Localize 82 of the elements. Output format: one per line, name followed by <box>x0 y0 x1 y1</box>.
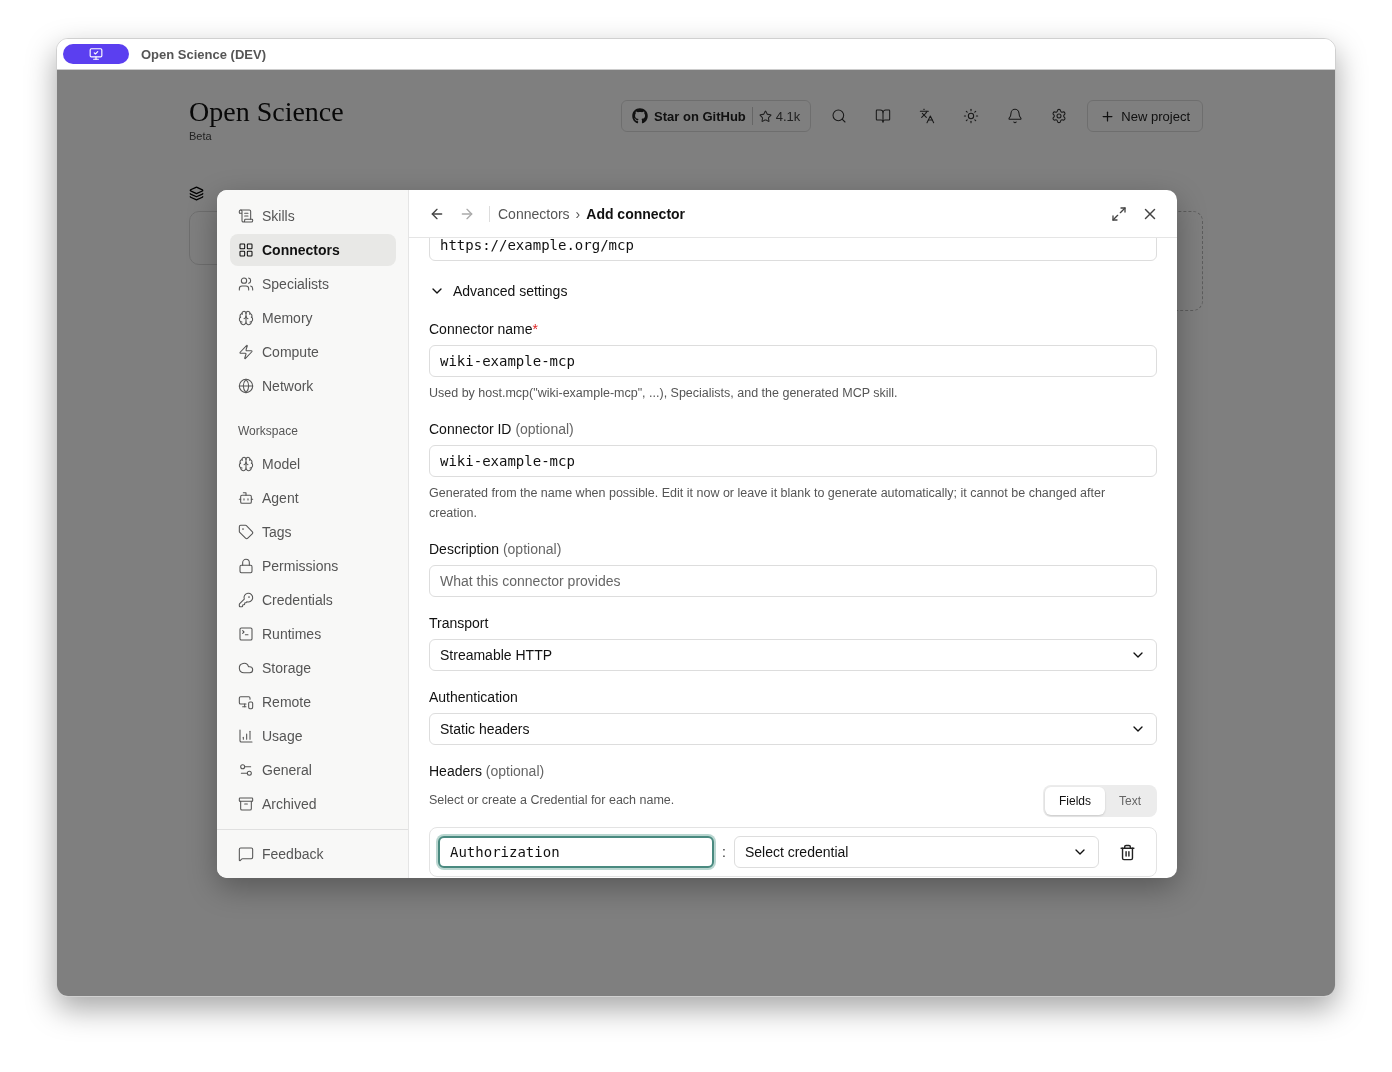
sun-icon <box>963 108 980 124</box>
input-field[interactable]: wiki-example-mcp <box>429 345 1157 377</box>
sidebar-item[interactable]: Network <box>230 370 396 402</box>
message-icon <box>238 846 254 862</box>
brain-icon <box>238 310 254 326</box>
robot-icon <box>238 490 254 506</box>
sidebar-item[interactable]: Agent <box>230 482 396 514</box>
sidebar-item[interactable]: Connectors <box>230 234 396 266</box>
help-text: Select or create a Credential for each name. <box>429 792 676 809</box>
sidebar-item[interactable]: Usage <box>230 720 396 752</box>
plus-icon <box>1100 108 1116 124</box>
field-label: Connector ID (optional) <box>429 421 575 437</box>
grid-icon <box>238 242 254 258</box>
search-icon <box>831 108 848 124</box>
users-icon <box>238 276 254 292</box>
field-label: Headers (optional) <box>429 763 546 779</box>
sidebar-item[interactable]: Archived <box>230 788 396 820</box>
monitor-icon <box>89 47 103 61</box>
github-icon <box>632 108 649 124</box>
github-button[interactable]: Star on GitHub 4.1k <box>621 100 812 132</box>
archive-icon <box>238 796 254 812</box>
separator: : <box>722 844 726 860</box>
sidebar-item[interactable]: Compute <box>230 336 396 368</box>
mode-tab[interactable]: Text <box>1105 787 1155 815</box>
sidebar-item[interactable]: Storage <box>230 652 396 684</box>
field-label: Description (optional) <box>429 541 563 557</box>
scroll-icon <box>238 208 254 224</box>
breadcrumb-link[interactable]: Connectors <box>498 205 570 222</box>
field-label: Authentication <box>429 689 519 705</box>
input-field[interactable]: wiki-example-mcp <box>429 445 1157 477</box>
url-field[interactable]: https://example.org/mcp <box>429 238 1157 261</box>
star-count: 4.1k <box>758 108 801 124</box>
credential-select[interactable]: Select credential <box>733 836 1099 868</box>
feedback-item[interactable]: Feedback <box>230 838 396 870</box>
field-label: Connector name* <box>429 321 539 337</box>
header-name-field[interactable]: Authorization <box>438 836 714 868</box>
sidebar-item[interactable]: Tags <box>230 516 396 548</box>
app-subtitle: Beta <box>189 130 213 142</box>
brain-icon <box>238 456 254 472</box>
sidebar-item[interactable]: Runtimes <box>230 618 396 650</box>
required-mark: * <box>532 321 538 337</box>
sidebar-item[interactable]: Specialists <box>230 268 396 300</box>
field-label: Transport <box>429 615 490 631</box>
stack-icon <box>189 186 204 201</box>
lightning-icon <box>238 344 254 360</box>
chart-icon <box>238 728 254 744</box>
translate-icon <box>919 108 936 124</box>
settings-icon <box>1051 108 1068 124</box>
terminal-icon <box>238 626 254 642</box>
key-icon <box>238 592 254 608</box>
sidebar-item[interactable]: Model <box>230 448 396 480</box>
devices-icon <box>238 694 254 710</box>
cloud-icon <box>238 660 254 676</box>
sidebar-item[interactable]: Skills <box>230 200 396 232</box>
sidebar-item[interactable]: Memory <box>230 302 396 334</box>
trash-icon <box>1119 843 1136 861</box>
input-field[interactable]: What this connector provides <box>429 565 1157 597</box>
new-project-button[interactable]: New project <box>1087 100 1203 132</box>
group-title: Workspace <box>237 423 299 440</box>
window-title: Open Science (DEV) <box>141 46 266 62</box>
select-field[interactable]: Streamable HTTP <box>429 639 1157 671</box>
app-title: Open Science <box>189 96 344 128</box>
sliders-icon <box>238 762 254 778</box>
help-text: Used by host.mcp("wiki-example-mcp", ...), Specialists, and the generated MCP skill. <box>429 385 899 402</box>
mode-tab[interactable]: Fields <box>1044 787 1105 815</box>
advanced-settings-toggle[interactable]: Advanced settings <box>429 283 1157 299</box>
breadcrumb-current: Add connector <box>586 205 686 222</box>
lock-icon <box>238 558 254 574</box>
expand-icon <box>1111 205 1127 222</box>
star-icon <box>758 109 772 123</box>
tag-icon <box>238 524 254 540</box>
globe-icon <box>238 378 254 394</box>
help-text: Generated from the name when possible. Edit it now or leave it blank to generate automatically; it cannot be changed after creation. <box>429 485 1107 522</box>
sidebar-item[interactable]: General <box>230 754 396 786</box>
book-icon <box>875 108 892 124</box>
bell-icon <box>1007 108 1024 124</box>
app-badge[interactable] <box>63 44 129 64</box>
sidebar-item[interactable]: Remote <box>230 686 396 718</box>
breadcrumb-separator: › <box>575 205 581 222</box>
sidebar-item[interactable]: Credentials <box>230 584 396 616</box>
select-field[interactable]: Static headers <box>429 713 1157 745</box>
sidebar-item[interactable]: Permissions <box>230 550 396 582</box>
